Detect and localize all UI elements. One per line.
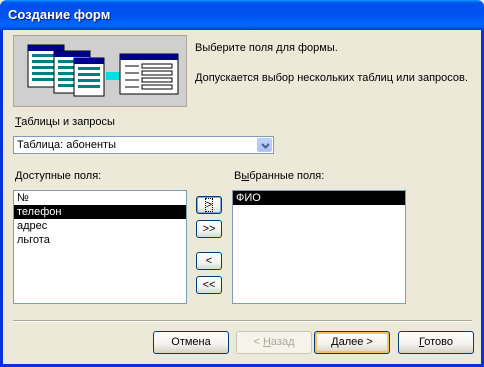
- remove-all-fields-button[interactable]: <<: [196, 276, 222, 294]
- title-bar[interactable]: Создание форм: [0, 0, 484, 30]
- chevron-down-icon: [261, 143, 270, 149]
- finish-button[interactable]: Готово: [398, 331, 474, 354]
- intro-text-multiple-tables: Допускается выбор нескольких таблиц или …: [195, 72, 468, 84]
- add-field-button[interactable]: >: [196, 196, 222, 214]
- list-item[interactable]: адрес: [14, 219, 186, 233]
- list-item[interactable]: №: [14, 191, 186, 205]
- window-title: Создание форм: [8, 7, 111, 22]
- remove-field-button[interactable]: <: [196, 252, 222, 270]
- list-item-selected[interactable]: ФИО: [233, 191, 405, 205]
- cancel-button[interactable]: Отмена: [153, 331, 229, 354]
- footer-divider: [13, 320, 472, 322]
- tables-queries-combobox[interactable]: Таблица: абоненты: [13, 136, 274, 154]
- add-all-fields-button[interactable]: >>: [196, 220, 222, 238]
- tables-queries-selected: Таблица: абоненты: [17, 139, 116, 151]
- intro-text-select-fields: Выберите поля для формы.: [195, 42, 338, 54]
- list-item[interactable]: льгота: [14, 233, 186, 247]
- back-button[interactable]: < Назад: [236, 331, 312, 354]
- tables-queries-label: Таблицы и запросы: [15, 116, 115, 128]
- form-wizard-illustration: [13, 35, 187, 107]
- selected-fields-list[interactable]: ФИО: [232, 190, 406, 304]
- available-fields-label: Доступные поля:: [15, 170, 102, 182]
- available-fields-list[interactable]: № телефон адрес льгота: [13, 190, 187, 304]
- dropdown-button[interactable]: [257, 138, 272, 152]
- selected-fields-label: Выбранные поля:: [234, 170, 325, 182]
- next-button[interactable]: Далее >: [314, 331, 390, 354]
- list-item-selected[interactable]: телефон: [14, 205, 186, 219]
